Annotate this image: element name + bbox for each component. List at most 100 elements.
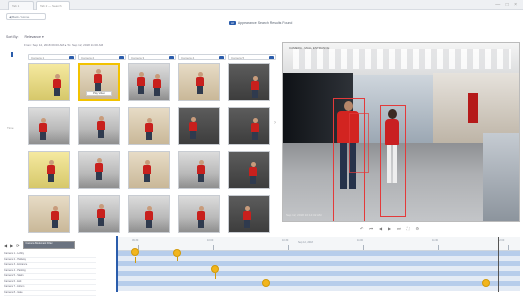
result-thumbnail[interactable]: [178, 63, 220, 101]
timeline-track[interactable]: [118, 286, 520, 291]
browser-tab[interactable]: Tab 1: [8, 1, 34, 10]
timeline-track-labels: Camera 1 - Lobby Camera 2 - Hallway Came…: [4, 252, 96, 296]
person-figure: [243, 206, 251, 228]
result-thumbnail[interactable]: [28, 63, 70, 101]
result-thumbnail[interactable]: [228, 107, 270, 145]
result-thumbnail[interactable]: [228, 151, 270, 189]
sort-label: Sort By:: [6, 35, 18, 39]
timeline-date: Sep 12, 2018: [298, 241, 313, 244]
refresh-icon[interactable]: ⟳: [16, 243, 19, 248]
camera-icon[interactable]: [219, 56, 224, 60]
bookmark-marker[interactable]: [482, 279, 490, 287]
bookmark-marker[interactable]: [173, 249, 181, 257]
tracking-box[interactable]: [349, 113, 369, 173]
result-thumbnail[interactable]: [78, 107, 120, 145]
result-thumbnail[interactable]: [28, 151, 70, 189]
timeline-start-handle[interactable]: [116, 236, 118, 292]
camera-header[interactable]: Camera 1: [28, 54, 76, 60]
timeline-toolbar: ◀ ▶ ⟳ Camera Bookmark Filter: [4, 241, 75, 249]
fullscreen-icon[interactable]: ⛶: [407, 226, 410, 231]
person-figure: [251, 118, 259, 140]
undo-icon[interactable]: ↶: [360, 226, 363, 231]
sort-control: Sort By: Relevance ▾: [6, 35, 44, 39]
camera-header[interactable]: Camera 3: [128, 54, 176, 60]
result-thumbnail[interactable]: [128, 107, 170, 145]
timeline[interactable]: 09:30 10:00 10:30 11:00 11:30 12:00 Sep …: [118, 237, 520, 292]
settings-icon[interactable]: ⚙: [416, 226, 420, 231]
bookmark-marker[interactable]: [131, 248, 139, 256]
bookmark-marker[interactable]: [211, 265, 219, 273]
browser-tab-active[interactable]: Tab 2 — Search: [36, 1, 70, 10]
result-thumbnail[interactable]: [228, 195, 270, 233]
marker-stem: [177, 257, 178, 261]
play-video-button[interactable]: Play Video: [86, 91, 112, 96]
result-thumbnail[interactable]: [28, 107, 70, 145]
next-icon[interactable]: ▶: [10, 243, 13, 248]
result-thumbnail[interactable]: [178, 151, 220, 189]
person-figure: [197, 206, 205, 228]
video-controls: ↶ ⏮ ◀ ▶ ⏭ ⛶ ⚙: [360, 226, 419, 231]
person-figure: [196, 72, 204, 94]
result-thumbnail[interactable]: [178, 195, 220, 233]
tick-label: 11:00: [357, 239, 363, 242]
result-thumbnail[interactable]: [78, 195, 120, 233]
scene-sign: [468, 93, 478, 123]
result-thumbnail[interactable]: [178, 107, 220, 145]
date-range[interactable]: From: Sep 12, 2018 09:00 AM ▸ To: Sep 12…: [24, 43, 103, 47]
person-figure: [251, 76, 259, 98]
camera-header[interactable]: Camera 4: [178, 54, 226, 60]
video-timestamp: Sep 12, 2018 10:14:32 AM: [286, 213, 322, 217]
track-label[interactable]: Camera 8 - Gate: [4, 291, 96, 296]
video-player[interactable]: CAMERA - MALL ENTRANCE Sep 12, 2018 10:1…: [282, 42, 520, 222]
person-figure: [94, 69, 102, 91]
camera-header[interactable]: Camera 2: [78, 54, 126, 60]
timeline-tracks[interactable]: [118, 251, 520, 292]
camera-header-label: Camera 4: [181, 56, 194, 60]
tick-label: 10:00: [207, 239, 213, 242]
person-figure: [197, 160, 205, 182]
camera-header-label: Camera 2: [81, 56, 94, 60]
result-thumbnail[interactable]: [228, 63, 270, 101]
play-icon[interactable]: ▶: [388, 226, 391, 231]
person-figure: [153, 74, 161, 96]
result-thumbnail[interactable]: [28, 195, 70, 233]
camera-icon[interactable]: [119, 56, 124, 60]
back-button[interactable]: ◀ Back / Home: [6, 13, 46, 20]
result-thumbnail[interactable]: [128, 195, 170, 233]
time-strip[interactable]: Time: [6, 50, 18, 236]
browser-tab-bar: Tab 1 Tab 2 — Search: [0, 0, 523, 10]
tracking-box[interactable]: [380, 105, 406, 217]
person-figure: [97, 116, 105, 138]
result-thumbnail-selected[interactable]: Play Video: [78, 63, 120, 101]
results-banner: AI Appearance Search Results Found: [229, 21, 292, 25]
result-thumbnail[interactable]: [78, 151, 120, 189]
strip-marker[interactable]: [11, 52, 13, 57]
person-figure: [47, 160, 55, 182]
timeline-end-handle[interactable]: [498, 237, 499, 292]
person-figure: [145, 206, 153, 228]
ai-badge: AI: [229, 21, 236, 25]
person-figure: [189, 117, 197, 139]
person-figure: [249, 162, 257, 184]
tick-label: 11:30: [432, 239, 438, 242]
result-thumbnail[interactable]: [128, 151, 170, 189]
person-figure: [39, 118, 47, 140]
camera-icon[interactable]: [169, 56, 174, 60]
prev-icon[interactable]: ◀: [4, 243, 7, 248]
sort-dropdown[interactable]: Relevance ▾: [24, 35, 43, 39]
step-back-icon[interactable]: ◀: [379, 226, 382, 231]
camera-overlay-label: CAMERA - MALL ENTRANCE: [289, 46, 329, 50]
skip-forward-icon[interactable]: ⏭: [397, 226, 401, 231]
window-controls[interactable]: — □ ×: [495, 2, 519, 8]
result-thumbnail-grid: Play Video: [28, 63, 272, 233]
camera-header[interactable]: Camera 5: [228, 54, 276, 60]
timeline-filter-dropdown[interactable]: Camera Bookmark Filter: [23, 241, 75, 249]
camera-icon[interactable]: [69, 56, 74, 60]
camera-header-label: Camera 1: [31, 56, 44, 60]
skip-back-icon[interactable]: ⏮: [369, 226, 373, 231]
result-thumbnail[interactable]: [128, 63, 170, 101]
chevron-right-icon[interactable]: ›: [274, 120, 276, 126]
bookmark-marker[interactable]: [262, 279, 270, 287]
marker-stem: [135, 257, 136, 263]
camera-icon[interactable]: [269, 56, 274, 60]
